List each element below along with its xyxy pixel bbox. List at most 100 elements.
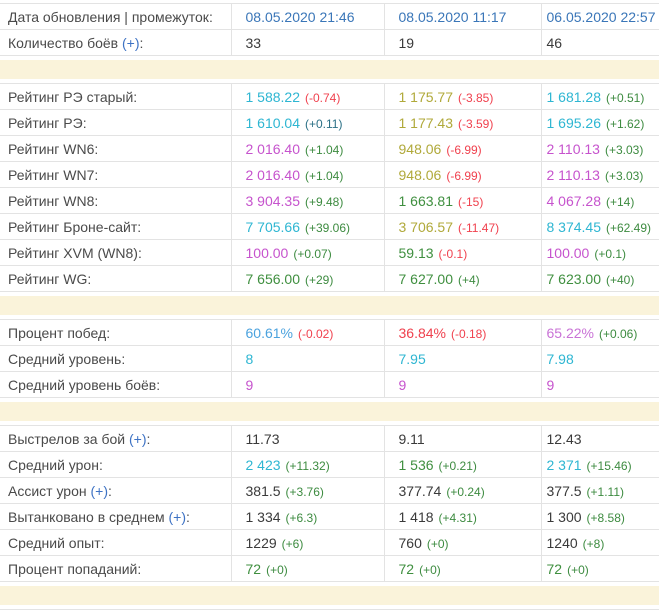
stat-value: 760 — [399, 535, 422, 551]
section-separator-cell — [0, 56, 659, 84]
label-colon: : — [94, 141, 98, 157]
plus-link[interactable]: (+) — [118, 35, 139, 51]
stat-value: 1 418 — [399, 509, 434, 525]
stat-value: 3 904.35 — [246, 193, 301, 209]
plus-link[interactable]: (+) — [87, 483, 108, 499]
section-separator-cell — [0, 398, 659, 426]
row-label: Рейтинг РЭ старый: — [0, 84, 231, 110]
stat-cell: 100.00(+0.1) — [541, 240, 659, 266]
stat-delta: (+3.76) — [286, 485, 324, 499]
label-colon: : — [99, 457, 103, 473]
stat-value: 377.5 — [547, 483, 582, 499]
stat-delta: (-0.18) — [451, 327, 486, 341]
label-colon: : — [101, 535, 105, 551]
stat-cell: 948.06(-6.99) — [384, 162, 541, 188]
stat-delta: (+4) — [458, 273, 480, 287]
row-label-text: Количество боёв — [8, 35, 118, 51]
stat-cell: 3 706.57(-11.47) — [384, 214, 541, 240]
stat-cell: 1 610.04(+0.11) — [231, 110, 384, 136]
row-label: Количество боёв (+): — [0, 30, 231, 56]
stat-value: 59.13 — [399, 245, 434, 261]
row-label: Дата обновления | промежуток: — [0, 4, 231, 30]
row-label: Средний уровень: — [0, 346, 231, 372]
row-label-text: Рейтинг РЭ — [8, 115, 83, 131]
stat-cell: 7 705.66(+39.06) — [231, 214, 384, 240]
stat-delta: (+0.24) — [446, 485, 484, 499]
stat-delta: (-0.02) — [298, 327, 333, 341]
row-label-text: Вытанковано в среднем — [8, 509, 165, 525]
stat-value: 1 175.77 — [399, 89, 454, 105]
stat-cell: 2 016.40(+1.04) — [231, 162, 384, 188]
table-row: Ассист урон (+):381.5(+3.76)377.74(+0.24… — [0, 478, 659, 504]
plus-link[interactable]: (+) — [165, 509, 186, 525]
stat-value: 4 067.28 — [547, 193, 602, 209]
stat-delta: (-3.85) — [458, 91, 493, 105]
row-label-text: Процент побед — [8, 325, 106, 341]
stat-cell: 948.06(-6.99) — [384, 136, 541, 162]
stat-value: 60.61% — [246, 325, 293, 341]
stat-cell: 1 334(+6.3) — [231, 504, 384, 530]
label-colon: : — [186, 509, 190, 525]
stat-delta: (+8.58) — [587, 511, 625, 525]
stat-value: 2 110.13 — [547, 167, 600, 183]
stat-cell: 2 110.13 (+3.03) — [541, 136, 659, 162]
stat-delta: (+6.3) — [286, 511, 318, 525]
table-row: Выстрелов за бой (+):11.739.1112.43 — [0, 426, 659, 452]
stat-value: 9 — [547, 377, 555, 393]
stat-value: 1 610.04 — [246, 115, 301, 131]
stat-value: 2 371 — [547, 457, 582, 473]
row-label: Ассист урон (+): — [0, 478, 231, 504]
stat-delta: (+3.03) — [605, 143, 643, 157]
stat-delta: (-6.99) — [446, 169, 481, 183]
stat-cell: 08.05.2020 11:17 — [384, 4, 541, 30]
plus-link[interactable]: (+) — [125, 431, 146, 447]
label-colon: : — [140, 35, 144, 51]
stat-value: 1 695.26 — [547, 115, 602, 131]
stats-table-body: Дата обновления | промежуток: 08.05.2020 … — [0, 4, 659, 610]
row-label-text: Рейтинг РЭ старый — [8, 89, 133, 105]
stat-value: 7 656.00 — [246, 271, 301, 287]
stat-delta: (+1.04) — [305, 169, 343, 183]
row-label: Рейтинг WN6: — [0, 136, 231, 162]
stat-cell: 1 300(+8.58) — [541, 504, 659, 530]
stat-value: 1 663.81 — [399, 193, 454, 209]
label-colon: : — [108, 483, 112, 499]
stat-cell: 3 904.35(+9.48) — [231, 188, 384, 214]
snapshot-date-link[interactable]: 08.05.2020 21:46 — [246, 9, 355, 25]
stat-cell: 06.05.2020 22:57 — [541, 4, 659, 30]
stat-cell: 377.5(+1.11) — [541, 478, 659, 504]
stat-value: 7 627.00 — [399, 271, 454, 287]
row-label-text: Средний уровень — [8, 351, 121, 367]
stat-value: 1 681.28 — [547, 89, 602, 105]
table-row: Процент попаданий:72(+0)72(+0)72(+0) — [0, 556, 659, 582]
stat-cell: 1 695.26(+1.62) — [541, 110, 659, 136]
stat-delta: (-0.74) — [305, 91, 340, 105]
section-separator — [0, 292, 659, 320]
row-label-text: Рейтинг XVM (WN8) — [8, 245, 138, 261]
label-colon: : — [121, 351, 125, 367]
stat-cell: 60.61% (-0.02) — [231, 320, 384, 346]
stat-cell: 2 423(+11.32) — [231, 452, 384, 478]
stat-value: 72 — [246, 561, 262, 577]
stat-cell: 12.43 — [541, 426, 659, 452]
stat-cell: 72(+0) — [384, 556, 541, 582]
stat-cell: 1229(+6) — [231, 530, 384, 556]
stat-value: 19 — [399, 35, 415, 51]
stat-cell: 36.84%(-0.18) — [384, 320, 541, 346]
separator-band — [0, 586, 659, 605]
stat-cell: 2 016.40(+1.04) — [231, 136, 384, 162]
label-colon: : — [156, 377, 160, 393]
snapshot-date-link[interactable]: 06.05.2020 22:57 — [547, 9, 656, 25]
stat-cell: 9 — [231, 372, 384, 398]
stat-cell: 1240(+8) — [541, 530, 659, 556]
section-separator — [0, 56, 659, 84]
stat-value: 11.73 — [246, 431, 280, 447]
stat-value: 2 110.13 — [547, 141, 600, 157]
table-row: Рейтинг WN7:2 016.40(+1.04)948.06(-6.99)… — [0, 162, 659, 188]
label-colon: : — [137, 219, 141, 235]
snapshot-date-link[interactable]: 08.05.2020 11:17 — [399, 9, 507, 25]
stat-value: 8 — [246, 351, 254, 367]
stat-delta: (+0.06) — [599, 327, 637, 341]
table-row: Рейтинг WG:7 656.00(+29)7 627.00(+4)7 62… — [0, 266, 659, 292]
stat-cell: 08.05.2020 21:46 — [231, 4, 384, 30]
